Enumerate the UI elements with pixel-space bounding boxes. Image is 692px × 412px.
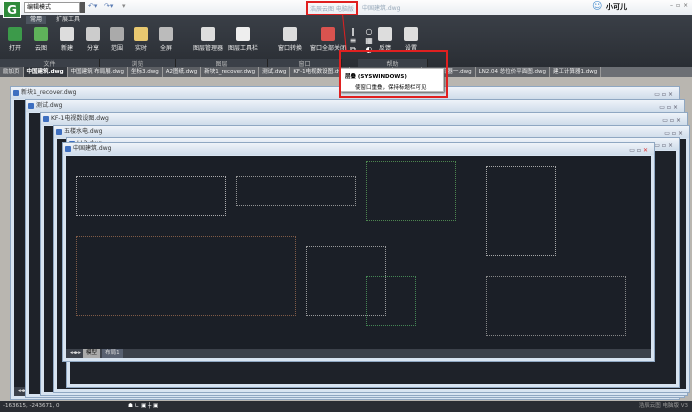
window-title: 五楼水电.dwg: [64, 128, 103, 135]
app-title: 浩辰云图 电脑版: [306, 1, 358, 16]
document-tab[interactable]: 测试.dwg: [259, 67, 291, 77]
layout-tab-model[interactable]: 模型: [83, 349, 101, 358]
ribbon-button[interactable]: 打开: [2, 27, 28, 52]
document-tab[interactable]: LN2.04 总位价平面图.dwg: [475, 67, 551, 77]
ribbon-button[interactable]: 窗口转换: [270, 27, 310, 52]
redo-icon[interactable]: ↷▾: [104, 2, 113, 10]
document-tab[interactable]: 励加页: [0, 67, 24, 77]
status-bar: -163615, -243671, 0 ☗ ∟ ▣ ┼ ▣ 浩辰云图 电脑版 V…: [0, 401, 692, 412]
mode-select[interactable]: 编辑模式: [24, 2, 80, 13]
mode-dropdown-arrow[interactable]: [80, 2, 85, 13]
product-name: 浩辰云图 电脑版 V3: [638, 403, 688, 409]
group-label-file: 文件: [0, 59, 100, 68]
drawing-element: [236, 176, 356, 206]
quick-access-more-icon[interactable]: ▾: [122, 2, 126, 10]
ribbon-button-label: 云图: [34, 45, 47, 52]
group-label-window: 窗口: [268, 59, 342, 68]
ribbon-button-icon: [201, 27, 215, 41]
ribbon-button-label: 窗口转换: [277, 45, 302, 52]
document-tab[interactable]: 中国建筑.dwg: [23, 67, 68, 77]
drawing-element: [486, 276, 626, 336]
drawing-element: [76, 176, 226, 216]
ribbon-button[interactable]: 云图: [28, 27, 54, 52]
window-titlebar[interactable]: 中国建筑.dwg ▭▫✕: [63, 143, 654, 155]
window-controls[interactable]: –▫×: [670, 2, 691, 9]
document-tab[interactable]: A2图纸.dwg: [162, 67, 202, 77]
ribbon-button[interactable]: 范围: [104, 27, 130, 52]
document-tab[interactable]: 坐标3.dwg: [128, 67, 163, 77]
window-title: 中国建筑.dwg: [73, 145, 112, 152]
undo-icon[interactable]: ↶▾: [88, 2, 97, 10]
group-label-view: 浏览: [100, 59, 176, 68]
ribbon-button-label: 图层管理器: [192, 45, 223, 52]
drawing-element: [366, 161, 456, 221]
drawing-element: [486, 166, 556, 256]
ribbon-button-icon: [321, 27, 335, 41]
highlight-box: [339, 50, 448, 98]
ribbon-button-label: 图层工具栏: [227, 45, 258, 52]
layout-tabs: ◂◂▸▸ 模型 布局1: [66, 349, 651, 358]
ribbon-button-icon: [159, 27, 173, 41]
coordinates: -163615, -243671, 0: [3, 403, 60, 409]
status-toggle-icons[interactable]: ☗ ∟ ▣ ┼ ▣: [128, 401, 158, 412]
ribbon-button[interactable]: 实时: [128, 27, 154, 52]
ribbon-button[interactable]: 新建: [54, 27, 80, 52]
ribbon-button-label: 全屏: [159, 45, 172, 52]
app-logo: G: [3, 1, 21, 18]
title-bar: G 编辑模式 ↶▾ ↷▾ ▾ 浩辰云图 电脑版 中国建筑.dwg ☺ 小可儿 –…: [0, 0, 692, 18]
ribbon-button[interactable]: 图层工具栏: [223, 27, 263, 52]
ribbon-button-icon: [110, 27, 124, 41]
document-tab[interactable]: 中国建筑 布局展.dwg: [67, 67, 129, 77]
layout-tab-1[interactable]: 布局1: [102, 349, 123, 358]
ribbon-button-icon: [236, 27, 250, 41]
group-label-layer: 图层: [176, 59, 268, 68]
drawing-element: [76, 236, 296, 316]
window-title: 新块1_recover.dwg: [21, 89, 77, 96]
document-title: 中国建筑.dwg: [362, 5, 401, 12]
window-title: 测试.dwg: [36, 102, 63, 109]
ribbon-button[interactable]: 图层管理器: [188, 27, 228, 52]
tab-nav-arrows[interactable]: ◂◂▸▸: [70, 350, 81, 356]
drawing-canvas[interactable]: [66, 156, 651, 358]
user-name[interactable]: 小可儿: [606, 2, 627, 12]
ribbon-button-icon: [86, 27, 100, 41]
ribbon-button-icon: [34, 27, 48, 41]
ribbon-button-icon: [404, 27, 418, 41]
ribbon-button[interactable]: 全屏: [153, 27, 179, 52]
ribbon-tab-extensions[interactable]: 扩展工具: [52, 16, 84, 24]
ribbon-button[interactable]: 设置: [398, 27, 424, 52]
document-tab[interactable]: 新块1_recover.dwg: [201, 67, 260, 77]
ribbon-button-icon: [134, 27, 148, 41]
window-titlebar[interactable]: 测试.dwg ▭▫×: [26, 100, 684, 112]
drawing-element: [366, 276, 416, 326]
ribbon-button-icon: [60, 27, 74, 41]
ribbon-button-icon: [8, 27, 22, 41]
window-titlebar[interactable]: KF-1电视数设图.dwg ▭▫×: [41, 113, 687, 125]
user-icon[interactable]: ☺: [592, 1, 602, 12]
window-title: KF-1电视数设图.dwg: [51, 115, 109, 122]
ribbon-button-label: 分享: [86, 45, 99, 52]
ribbon-button-label: 实时: [134, 45, 147, 52]
ribbon-button-label: 范围: [110, 45, 123, 52]
ribbon-button-label: 打开: [8, 45, 21, 52]
drawing-window[interactable]: 中国建筑.dwg ▭▫✕ ◂◂▸▸ 模型 布局1: [62, 142, 655, 362]
ribbon-button[interactable]: 分享: [80, 27, 106, 52]
ribbon-button-label: 新建: [60, 45, 73, 52]
document-tab[interactable]: 建工计算器1.dwg: [550, 67, 602, 77]
ribbon-tab-common[interactable]: 常用: [26, 16, 47, 24]
ribbon-button-icon: [283, 27, 297, 41]
